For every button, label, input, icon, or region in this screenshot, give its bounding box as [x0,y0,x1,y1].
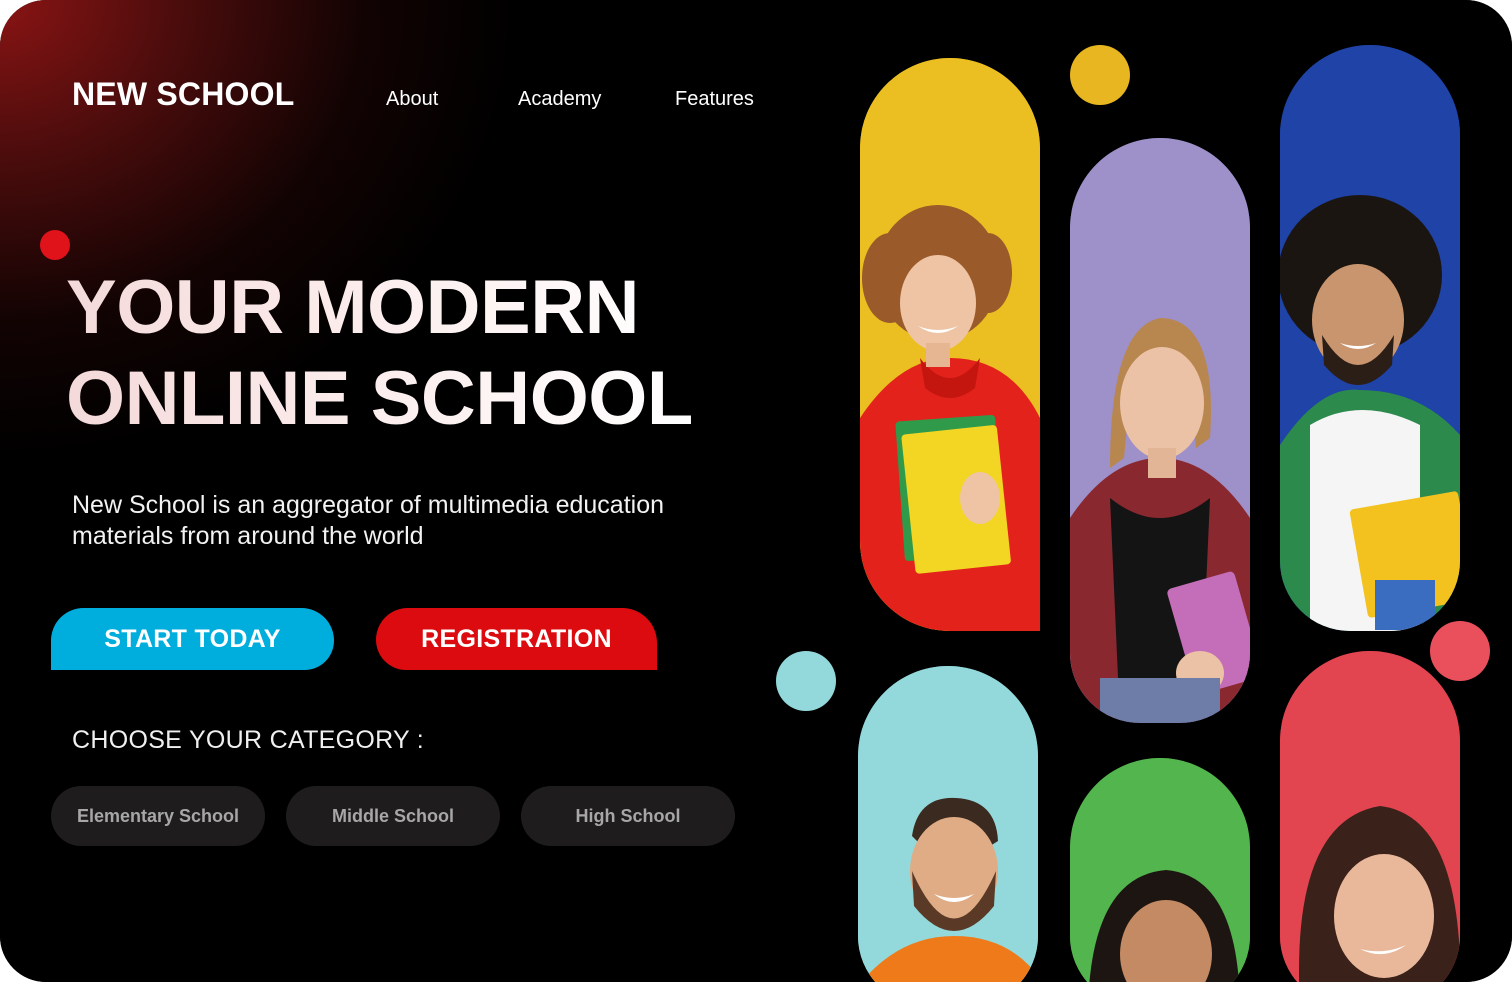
photo-illustration [1070,138,1250,723]
hero-headline-line-1: YOUR MODERN [66,265,639,350]
photo-illustration [1280,651,1460,982]
hero-description-line-2: materials from around the world [72,522,424,550]
photo-illustration [1280,45,1460,631]
student-woman-curly-red-hoodie-photo [860,58,1040,631]
brand-logo[interactable]: NEW SCHOOL [72,76,294,113]
photo-illustration [860,58,1040,631]
hero-headline-line-2: ONLINE SCHOOL [66,356,693,441]
category-elementary-school-button[interactable]: Elementary School [51,786,265,846]
student-man-beard-orange-sweater-photo [858,666,1038,982]
hero-headline: YOUR MODERN ONLINE SCHOOL [66,262,693,444]
nav-link-academy[interactable]: Academy [518,88,601,111]
category-middle-school-button[interactable]: Middle School [286,786,500,846]
student-woman-dark-hair-photo [1070,758,1250,982]
landing-page-frame: NEW SCHOOL About Academy Features YOUR M… [0,0,1512,982]
student-woman-brown-hair-photo [1280,651,1460,982]
hero-description: New School is an aggregator of multimedi… [72,490,772,552]
nav-link-features[interactable]: Features [675,88,754,111]
registration-button[interactable]: REGISTRATION [376,608,657,670]
start-today-button[interactable]: START TODAY [51,608,334,670]
photo-illustration [858,666,1038,982]
photo-illustration [1070,758,1250,982]
hero-description-line-1: New School is an aggregator of multimedi… [72,491,665,519]
nav-link-about[interactable]: About [386,88,438,111]
category-high-school-button[interactable]: High School [521,786,735,846]
student-woman-plaid-shirt-photo [1070,138,1250,723]
decorative-red-dot [40,230,70,260]
decorative-cyan-circle [776,651,836,711]
category-heading: CHOOSE YOUR CATEGORY : [72,726,425,754]
student-man-curly-green-shirt-photo [1280,45,1460,631]
decorative-yellow-circle [1070,45,1130,105]
